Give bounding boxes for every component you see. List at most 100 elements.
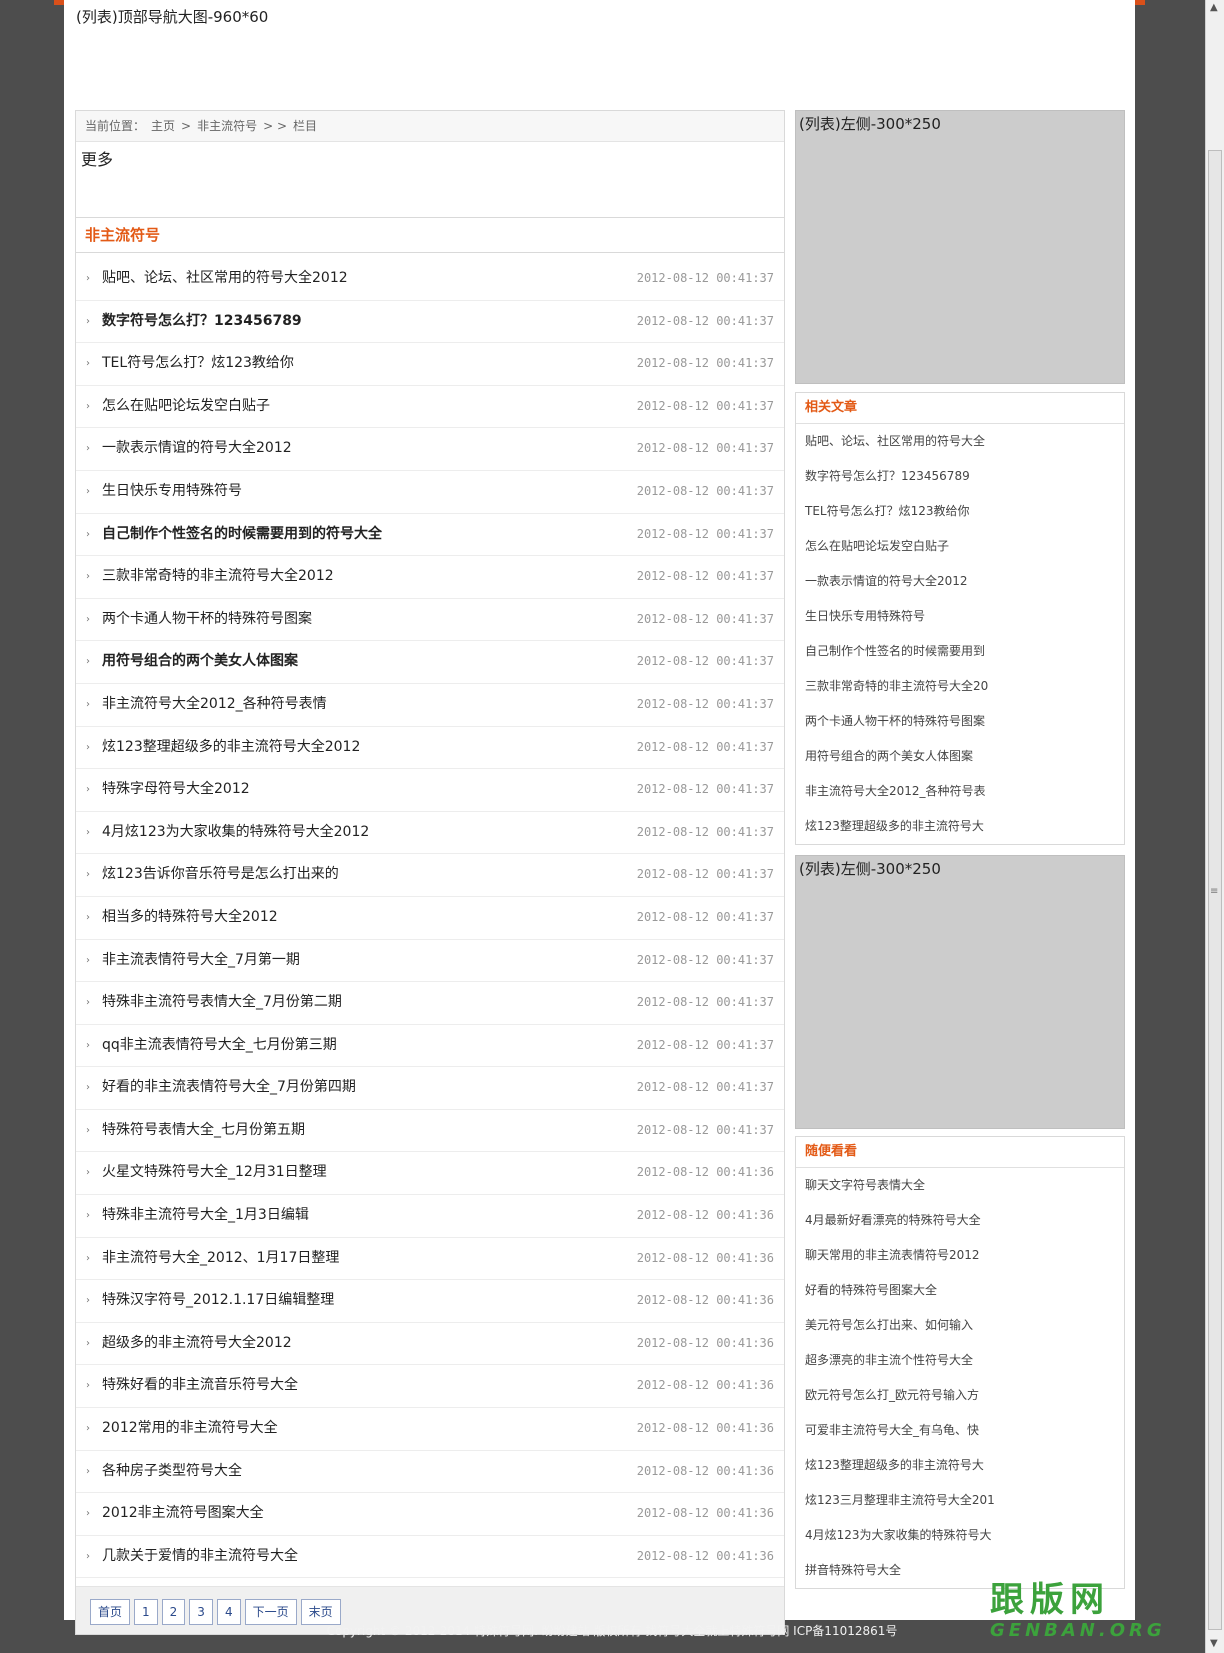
more-link[interactable]: 更多 xyxy=(81,150,113,169)
breadcrumb-home-link[interactable]: 主页 xyxy=(151,119,175,133)
article-title-link[interactable]: TEL符号怎么打？炫123教给你 xyxy=(102,343,294,385)
article-title-link[interactable]: 2012非主流符号图案大全 xyxy=(102,1493,264,1535)
article-row[interactable]: › 非主流符号大全_2012、1月17日整理 2012-08-12 00:41:36 xyxy=(76,1238,784,1281)
bullet-arrow-icon: › xyxy=(86,571,90,583)
article-date: 2012-08-12 00:41:36 xyxy=(636,1506,774,1521)
article-row[interactable]: › 炫123整理超级多的非主流符号大全2012 2012-08-12 00:41:3… xyxy=(76,727,784,770)
article-title-link[interactable]: 4月炫123为大家收集的特殊符号大全2012 xyxy=(102,812,369,854)
article-row[interactable]: › 一款表示情谊的符号大全2012 2012-08-12 00:41:37 xyxy=(76,428,784,471)
random-article-link[interactable]: 4月炫123为大家收集的特殊符号大 xyxy=(796,1518,1124,1553)
article-row[interactable]: › 非主流符号大全2012_各种符号表情 2012-08-12 00:41:37 xyxy=(76,684,784,727)
article-title-link[interactable]: 特殊非主流符号大全_1月3日编辑 xyxy=(102,1195,309,1237)
article-title-link[interactable]: qq非主流表情符号大全_七月份第三期 xyxy=(102,1025,337,1067)
related-article-link[interactable]: 数字符号怎么打？123456789 xyxy=(796,459,1124,494)
article-title-link[interactable]: 各种房子类型符号大全 xyxy=(102,1451,242,1493)
article-title-link[interactable]: 贴吧、论坛、社区常用的符号大全2012 xyxy=(102,258,348,300)
related-article-link[interactable]: 用符号组合的两个美女人体图案 xyxy=(796,739,1124,774)
random-article-link[interactable]: 聊天常用的非主流表情符号2012 xyxy=(796,1238,1124,1273)
article-row[interactable]: › TEL符号怎么打？炫123教给你 2012-08-12 00:41:37 xyxy=(76,343,784,386)
article-title-link[interactable]: 一款表示情谊的符号大全2012 xyxy=(102,428,292,470)
article-row[interactable]: › 自己制作个性签名的时候需要用到的符号大全 2012-08-12 00:41:37 xyxy=(76,514,784,557)
article-row[interactable]: › 几款关于爱情的非主流符号大全 2012-08-12 00:41:36 xyxy=(76,1536,784,1579)
article-title-link[interactable]: 相当多的特殊符号大全2012 xyxy=(102,897,278,939)
related-article-link[interactable]: TEL符号怎么打？炫123教给你 xyxy=(796,494,1124,529)
scroll-down-arrow-icon[interactable]: ▼ xyxy=(1210,1638,1218,1649)
article-row[interactable]: › 非主流表情符号大全_7月第一期 2012-08-12 00:41:37 xyxy=(76,940,784,983)
article-title-link[interactable]: 特殊汉字符号_2012.1.17日编辑整理 xyxy=(102,1280,334,1322)
vertical-scrollbar[interactable]: ▲ ≡ ▼ xyxy=(1205,0,1224,1653)
bullet-arrow-icon: › xyxy=(86,1210,90,1222)
random-article-link[interactable]: 超多漂亮的非主流个性符号大全 xyxy=(796,1343,1124,1378)
scroll-up-arrow-icon[interactable]: ▲ xyxy=(1210,2,1218,13)
random-article-link[interactable]: 欧元符号怎么打_欧元符号输入方 xyxy=(796,1378,1124,1413)
article-row[interactable]: › 贴吧、论坛、社区常用的符号大全2012 2012-08-12 00:41:37 xyxy=(76,258,784,301)
article-title-link[interactable]: 特殊好看的非主流音乐符号大全 xyxy=(102,1365,298,1407)
article-row[interactable]: › 2012常用的非主流符号大全 2012-08-12 00:41:36 xyxy=(76,1408,784,1451)
article-title-link[interactable]: 炫123整理超级多的非主流符号大全2012 xyxy=(102,727,360,769)
article-row[interactable]: › 超级多的非主流符号大全2012 2012-08-12 00:41:36 xyxy=(76,1323,784,1366)
article-row[interactable]: › 特殊汉字符号_2012.1.17日编辑整理 2012-08-12 00:41:3… xyxy=(76,1280,784,1323)
article-row[interactable]: › qq非主流表情符号大全_七月份第三期 2012-08-12 00:41:37 xyxy=(76,1025,784,1068)
article-title-link[interactable]: 特殊非主流符号表情大全_7月份第二期 xyxy=(102,982,342,1024)
related-article-link[interactable]: 两个卡通人物干杯的特殊符号图案 xyxy=(796,704,1124,739)
article-title-link[interactable]: 自己制作个性签名的时候需要用到的符号大全 xyxy=(102,514,382,556)
article-row[interactable]: › 好看的非主流表情符号大全_7月份第四期 2012-08-12 00:41:37 xyxy=(76,1067,784,1110)
related-article-link[interactable]: 三款非常奇特的非主流符号大全20 xyxy=(796,669,1124,704)
related-article-link[interactable]: 一款表示情谊的符号大全2012 xyxy=(796,564,1124,599)
article-title-link[interactable]: 两个卡通人物干杯的特殊符号图案 xyxy=(102,599,312,641)
article-title-link[interactable]: 非主流符号大全_2012、1月17日整理 xyxy=(102,1238,339,1280)
random-article-link[interactable]: 聊天文字符号表情大全 xyxy=(796,1168,1124,1203)
article-row[interactable]: › 特殊符号表情大全_七月份第五期 2012-08-12 00:41:37 xyxy=(76,1110,784,1153)
related-article-link[interactable]: 非主流符号大全2012_各种符号表 xyxy=(796,774,1124,809)
bullet-arrow-icon: › xyxy=(86,784,90,796)
article-title-link[interactable]: 特殊字母符号大全2012 xyxy=(102,769,250,811)
article-row[interactable]: › 数字符号怎么打？123456789 2012-08-12 00:41:37 xyxy=(76,301,784,344)
breadcrumb-category-link[interactable]: 非主流符号 xyxy=(197,119,257,133)
random-article-link[interactable]: 炫123三月整理非主流符号大全201 xyxy=(796,1483,1124,1518)
article-title-link[interactable]: 数字符号怎么打？123456789 xyxy=(102,301,302,343)
related-article-link[interactable]: 炫123整理超级多的非主流符号大 xyxy=(796,809,1124,844)
article-title-link[interactable]: 用符号组合的两个美女人体图案 xyxy=(102,641,298,683)
article-title-link[interactable]: 三款非常奇特的非主流符号大全2012 xyxy=(102,556,334,598)
article-title-link[interactable]: 几款关于爱情的非主流符号大全 xyxy=(102,1536,298,1578)
article-row[interactable]: › 特殊好看的非主流音乐符号大全 2012-08-12 00:41:36 xyxy=(76,1365,784,1409)
article-row[interactable]: › 特殊非主流符号表情大全_7月份第二期 2012-08-12 00:41:37 xyxy=(76,982,784,1025)
related-article-link[interactable]: 自己制作个性签名的时候需要用到 xyxy=(796,634,1124,669)
article-row[interactable]: › 火星文特殊符号大全_12月31日整理 2012-08-12 00:41:36 xyxy=(76,1152,784,1196)
related-article-link[interactable]: 怎么在贴吧论坛发空白贴子 xyxy=(796,529,1124,564)
bullet-arrow-icon: › xyxy=(86,400,90,412)
article-title-link[interactable]: 火星文特殊符号大全_12月31日整理 xyxy=(102,1152,327,1194)
article-date: 2012-08-12 00:41:37 xyxy=(636,441,774,456)
random-article-link[interactable]: 美元符号怎么打出来、如何输入 xyxy=(796,1308,1124,1343)
article-row[interactable]: › 两个卡通人物干杯的特殊符号图案 2012-08-12 00:41:37 xyxy=(76,599,784,642)
random-article-link[interactable]: 可爱非主流符号大全_有乌龟、快 xyxy=(796,1413,1124,1448)
article-title-link[interactable]: 生日快乐专用特殊符号 xyxy=(102,471,242,513)
random-article-link[interactable]: 好看的特殊符号图案大全 xyxy=(796,1273,1124,1308)
article-row[interactable]: › 4月炫123为大家收集的特殊符号大全2012 2012-08-12 00:41:… xyxy=(76,812,784,855)
article-title-link[interactable]: 非主流表情符号大全_7月第一期 xyxy=(102,940,300,982)
related-article-link[interactable]: 贴吧、论坛、社区常用的符号大全 xyxy=(796,424,1124,459)
article-row[interactable]: › 各种房子类型符号大全 2012-08-12 00:41:36 xyxy=(76,1451,784,1494)
article-list: › 贴吧、论坛、社区常用的符号大全2012 2012-08-12 00:41:37 ›… xyxy=(76,253,784,1579)
article-title-link[interactable]: 非主流符号大全2012_各种符号表情 xyxy=(102,684,327,726)
article-title-link[interactable]: 超级多的非主流符号大全2012 xyxy=(102,1323,292,1365)
article-row[interactable]: › 三款非常奇特的非主流符号大全2012 2012-08-12 00:41:37 xyxy=(76,556,784,599)
article-row[interactable]: › 特殊字母符号大全2012 2012-08-12 00:41:37 xyxy=(76,769,784,812)
article-title-link[interactable]: 2012常用的非主流符号大全 xyxy=(102,1408,278,1450)
article-row[interactable]: › 相当多的特殊符号大全2012 2012-08-12 00:41:37 xyxy=(76,897,784,940)
related-article-link[interactable]: 生日快乐专用特殊符号 xyxy=(796,599,1124,634)
article-row[interactable]: › 生日快乐专用特殊符号 2012-08-12 00:41:37 xyxy=(76,471,784,514)
article-row[interactable]: › 用符号组合的两个美女人体图案 2012-08-12 00:41:37 xyxy=(76,641,784,684)
random-article-link[interactable]: 炫123整理超级多的非主流符号大 xyxy=(796,1448,1124,1483)
article-date: 2012-08-12 00:41:37 xyxy=(636,824,774,839)
article-title-link[interactable]: 好看的非主流表情符号大全_7月份第四期 xyxy=(102,1067,356,1109)
article-title-link[interactable]: 特殊符号表情大全_七月份第五期 xyxy=(102,1110,305,1152)
article-row[interactable]: › 2012非主流符号图案大全 2012-08-12 00:41:36 xyxy=(76,1493,784,1536)
article-date: 2012-08-12 00:41:37 xyxy=(636,526,774,541)
article-row[interactable]: › 怎么在贴吧论坛发空白贴子 2012-08-12 00:41:37 xyxy=(76,386,784,429)
article-title-link[interactable]: 怎么在贴吧论坛发空白贴子 xyxy=(102,386,270,428)
article-row[interactable]: › 炫123告诉你音乐符号是怎么打出来的 2012-08-12 00:41:37 xyxy=(76,854,784,897)
article-title-link[interactable]: 炫123告诉你音乐符号是怎么打出来的 xyxy=(102,854,339,896)
article-row[interactable]: › 特殊非主流符号大全_1月3日编辑 2012-08-12 00:41:36 xyxy=(76,1195,784,1238)
random-article-link[interactable]: 4月最新好看漂亮的特殊符号大全 xyxy=(796,1203,1124,1238)
